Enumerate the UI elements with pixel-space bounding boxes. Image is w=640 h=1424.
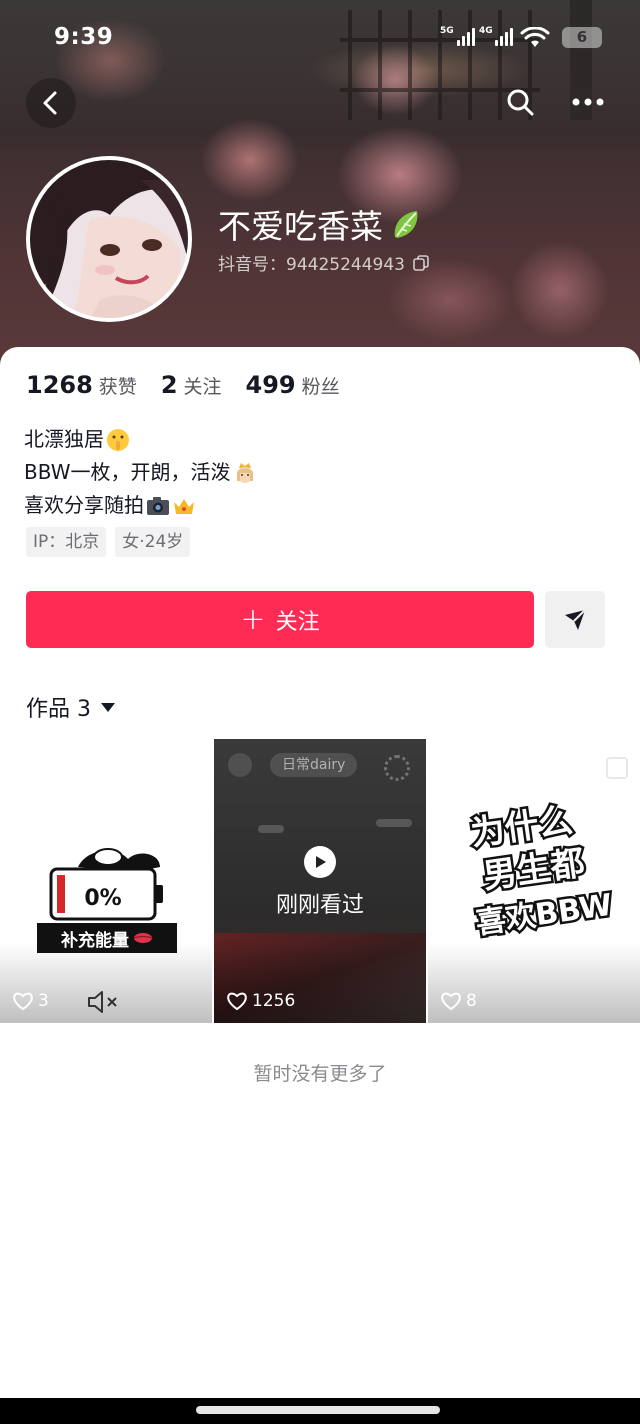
home-indicator-bar[interactable]	[196, 1406, 440, 1414]
copy-icon[interactable]	[413, 254, 429, 271]
blurred-ui-bar	[376, 819, 412, 827]
princess-emoji-icon	[236, 462, 253, 483]
stat-likes[interactable]: 1268 获赞	[26, 371, 137, 399]
signal-5g-label: 5G	[440, 26, 454, 36]
more-options-button[interactable]	[568, 82, 608, 122]
video-tile[interactable]: 0% 补充能量 3	[0, 739, 212, 1023]
likes-count: 1256	[252, 991, 296, 1011]
blurred-ui-bar	[258, 825, 284, 833]
battery-percent-text: 0%	[84, 886, 121, 911]
chevron-left-icon	[43, 91, 57, 115]
video-title-art: 为什么 男生都 喜欢BBW	[466, 798, 617, 944]
bio-text: BBW一枚，开朗，活泼	[24, 460, 231, 484]
camera-emoji-icon	[147, 496, 169, 515]
status-time: 9:39	[54, 24, 114, 50]
video-tile[interactable]: 日常dairy 刚刚看过 1256	[214, 739, 426, 1023]
heart-outline-icon	[227, 992, 247, 1011]
video-likes: 1256	[226, 991, 295, 1011]
stat-following[interactable]: 2 关注	[161, 371, 222, 399]
status-bar: 9:39 5G 4G 6	[0, 0, 640, 76]
caret-down-icon	[101, 702, 115, 712]
lettuce-emoji-icon	[394, 211, 418, 238]
video-likes: 3	[12, 991, 49, 1011]
video-tile[interactable]: 为什么 男生都 喜欢BBW 8	[428, 739, 640, 1023]
nickname-text: 不爱吃香菜	[218, 207, 383, 246]
search-icon	[507, 89, 534, 116]
select-checkbox[interactable]	[606, 757, 628, 779]
ip-location-tag: IP：北京	[26, 527, 107, 557]
no-more-content-text: 暂时没有更多了	[253, 1063, 387, 1085]
stat-value: 2	[160, 371, 178, 399]
gender-age-tag: 女·24岁	[115, 527, 191, 557]
blurred-settings-icon	[384, 755, 410, 781]
play-icon	[304, 846, 336, 878]
plus-icon: +	[240, 601, 266, 637]
shushing-face-emoji-icon	[107, 428, 129, 451]
mute-icon[interactable]	[86, 987, 120, 1017]
tile-shade	[214, 943, 426, 1023]
stat-value: 499	[245, 371, 296, 399]
works-tab[interactable]: 作品 3	[26, 691, 115, 723]
title-line: 男生都	[480, 843, 587, 897]
bio-line: 喜欢分享随拍	[24, 489, 257, 522]
douyin-id: 抖音号：94425244943	[218, 250, 429, 275]
message-button[interactable]	[545, 591, 605, 648]
stat-label: 获赞	[98, 376, 137, 398]
bio-line: BBW一枚，开朗，活泼	[24, 456, 257, 489]
stat-label: 粉丝	[301, 376, 340, 398]
likes-count: 3	[38, 991, 49, 1011]
bio-line: 北漂独居	[24, 423, 257, 456]
more-dots-icon	[572, 98, 604, 106]
heart-outline-icon	[441, 992, 461, 1011]
profile-stats: 1268 获赞 2 关注 499 粉丝	[26, 371, 340, 399]
profile-tags: IP：北京 女·24岁	[26, 527, 191, 557]
heart-outline-icon	[13, 992, 33, 1011]
signal-bars-icon	[457, 28, 475, 46]
likes-count: 8	[466, 991, 477, 1011]
search-button[interactable]	[500, 82, 540, 122]
douyin-id-text: 抖音号：94425244943	[218, 255, 405, 275]
video-likes: 8	[440, 991, 477, 1011]
profile-bio: 北漂独居 BBW一枚，开朗，活泼 喜欢分享随拍	[24, 423, 257, 522]
crown-emoji-icon	[174, 498, 194, 514]
back-button[interactable]	[26, 78, 76, 128]
recently-watched-label: 刚刚看过	[275, 893, 364, 918]
nickname: 不爱吃香菜	[218, 200, 423, 248]
stat-value: 1268	[26, 371, 93, 399]
follow-label: 关注	[275, 609, 320, 635]
works-tab-label: 作品 3	[26, 697, 91, 722]
bio-text: 喜欢分享随拍	[24, 493, 144, 517]
send-arrow-icon	[565, 608, 586, 630]
avatar[interactable]	[26, 156, 192, 322]
profile-card: 1268 获赞 2 关注 499 粉丝 北漂独居 BBW一枚，开朗，活泼 喜欢分…	[0, 347, 640, 1424]
signal-bars-icon	[495, 28, 513, 46]
wifi-icon	[520, 27, 550, 47]
battery-indicator: 6	[562, 27, 602, 48]
blurred-back-icon	[228, 753, 252, 777]
stat-label: 关注	[183, 376, 222, 398]
title-line: 喜欢BBW	[474, 888, 615, 942]
video-pill-label: 日常dairy	[270, 753, 358, 777]
stat-followers[interactable]: 499 粉丝	[246, 371, 340, 399]
bio-text: 北漂独居	[24, 427, 104, 451]
signal-4g-label: 4G	[479, 26, 493, 36]
video-grid: 0% 补充能量 3 日常dairy 刚刚看过 1256 为什么 男生都 喜欢BB…	[0, 739, 640, 1023]
anime-girl-avatar-image	[30, 160, 188, 318]
tile-shade	[428, 943, 640, 1023]
follow-button[interactable]: + 关注	[26, 591, 534, 648]
